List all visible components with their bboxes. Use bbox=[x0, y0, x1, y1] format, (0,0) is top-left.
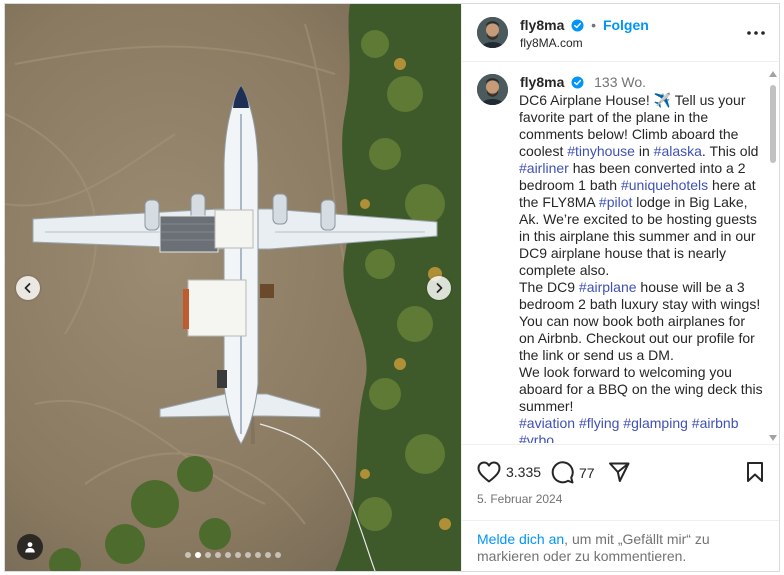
scrollbar-thumb[interactable] bbox=[770, 85, 776, 163]
previous-image-button[interactable] bbox=[16, 276, 40, 300]
post-time[interactable]: 133 Wo. bbox=[594, 74, 646, 90]
hashtag-link[interactable]: #tinyhouse bbox=[567, 143, 635, 159]
caption-avatar[interactable] bbox=[477, 74, 508, 105]
save-icon[interactable] bbox=[746, 461, 764, 483]
comment-icon[interactable] bbox=[551, 461, 574, 484]
next-image-button[interactable] bbox=[427, 276, 451, 300]
caption-paragraph: DC6 Airplane House! ✈️ Tell us your favo… bbox=[519, 92, 763, 279]
share-icon[interactable] bbox=[608, 461, 630, 483]
caption-paragraph: The DC9 #airplane house will be a 3 bedr… bbox=[519, 279, 763, 364]
username[interactable]: fly8ma bbox=[520, 17, 564, 33]
carousel-indicator bbox=[185, 552, 281, 558]
like-count[interactable]: 3.335 bbox=[506, 464, 541, 480]
hashtag-link[interactable]: #airbnb bbox=[692, 415, 739, 431]
post-header: fly8ma • Folgen fly8MA.com bbox=[462, 4, 779, 62]
post-media[interactable] bbox=[5, 4, 461, 571]
tagged-users-button[interactable] bbox=[17, 534, 43, 560]
verified-badge-icon bbox=[571, 19, 584, 32]
caption-text: in bbox=[634, 143, 654, 159]
carousel-dot bbox=[245, 552, 251, 558]
like-action[interactable]: 3.335 bbox=[477, 461, 541, 483]
tagged-user-icon bbox=[25, 542, 35, 553]
hashtag-link[interactable]: #pilot bbox=[599, 194, 632, 210]
hashtag-link[interactable]: #alaska bbox=[654, 143, 702, 159]
chevron-right-icon bbox=[436, 283, 443, 293]
caption-paragraph: #aviation #flying #glamping #airbnb #vrb… bbox=[519, 415, 763, 443]
save-action[interactable] bbox=[746, 461, 764, 483]
post-dialog: fly8ma • Folgen fly8MA.com fly8ma 133 Wo… bbox=[4, 3, 780, 572]
scroll-up-arrow[interactable] bbox=[769, 71, 777, 77]
hashtag-link[interactable]: #airplane bbox=[579, 279, 637, 295]
carousel-dot bbox=[185, 552, 191, 558]
caption-text: We look forward to welcoming you aboard … bbox=[519, 364, 763, 414]
comment-action[interactable]: 77 bbox=[551, 461, 595, 484]
hashtag-link[interactable]: #flying bbox=[579, 415, 619, 431]
follow-button[interactable]: Folgen bbox=[603, 17, 649, 33]
carousel-dot bbox=[205, 552, 211, 558]
carousel-dot bbox=[215, 552, 221, 558]
post-caption: DC6 Airplane House! ✈️ Tell us your favo… bbox=[519, 92, 763, 443]
caption-paragraph: We look forward to welcoming you aboard … bbox=[519, 364, 763, 415]
caption-text: The DC9 bbox=[519, 279, 579, 295]
share-action[interactable] bbox=[608, 461, 630, 483]
login-prompt: Melde dich an, um mit „Gefällt mir“ zu m… bbox=[462, 520, 779, 571]
carousel-dot bbox=[195, 552, 201, 558]
hashtag-link[interactable]: #uniquehotels bbox=[621, 177, 708, 193]
verified-badge-icon bbox=[571, 76, 584, 89]
hashtag-link[interactable]: #airliner bbox=[519, 160, 569, 176]
carousel-dot bbox=[225, 552, 231, 558]
caption-text: . This old bbox=[701, 143, 759, 159]
airplane-house-photo bbox=[5, 4, 461, 571]
comment-count[interactable]: 77 bbox=[579, 465, 595, 481]
separator-dot: • bbox=[591, 17, 597, 33]
chevron-left-icon bbox=[24, 283, 31, 293]
caption-username[interactable]: fly8ma bbox=[520, 74, 564, 90]
more-options-icon bbox=[747, 31, 765, 35]
heart-icon[interactable] bbox=[477, 461, 501, 483]
scroll-down-arrow[interactable] bbox=[769, 435, 777, 441]
post-date[interactable]: 5. Februar 2024 bbox=[477, 492, 562, 506]
carousel-dot bbox=[275, 552, 281, 558]
carousel-dot bbox=[255, 552, 261, 558]
login-link[interactable]: Melde dich an bbox=[477, 531, 564, 547]
comments-scrollbar[interactable] bbox=[768, 69, 778, 441]
carousel-dot bbox=[265, 552, 271, 558]
hashtag-link[interactable]: #glamping bbox=[623, 415, 688, 431]
comments-section[interactable]: fly8ma 133 Wo. DC6 Airplane House! ✈️ Te… bbox=[462, 63, 779, 443]
profile-link[interactable]: fly8MA.com bbox=[520, 36, 583, 50]
post-actions: 3.335 77 5. Februar 2024 bbox=[462, 444, 779, 520]
more-options-button[interactable] bbox=[745, 22, 767, 44]
hashtag-link[interactable]: #aviation bbox=[519, 415, 575, 431]
avatar[interactable] bbox=[477, 17, 508, 48]
carousel-dot bbox=[235, 552, 241, 558]
post-side-panel: fly8ma • Folgen fly8MA.com fly8ma 133 Wo… bbox=[461, 4, 779, 571]
hashtag-link[interactable]: #vrbo bbox=[519, 432, 554, 443]
